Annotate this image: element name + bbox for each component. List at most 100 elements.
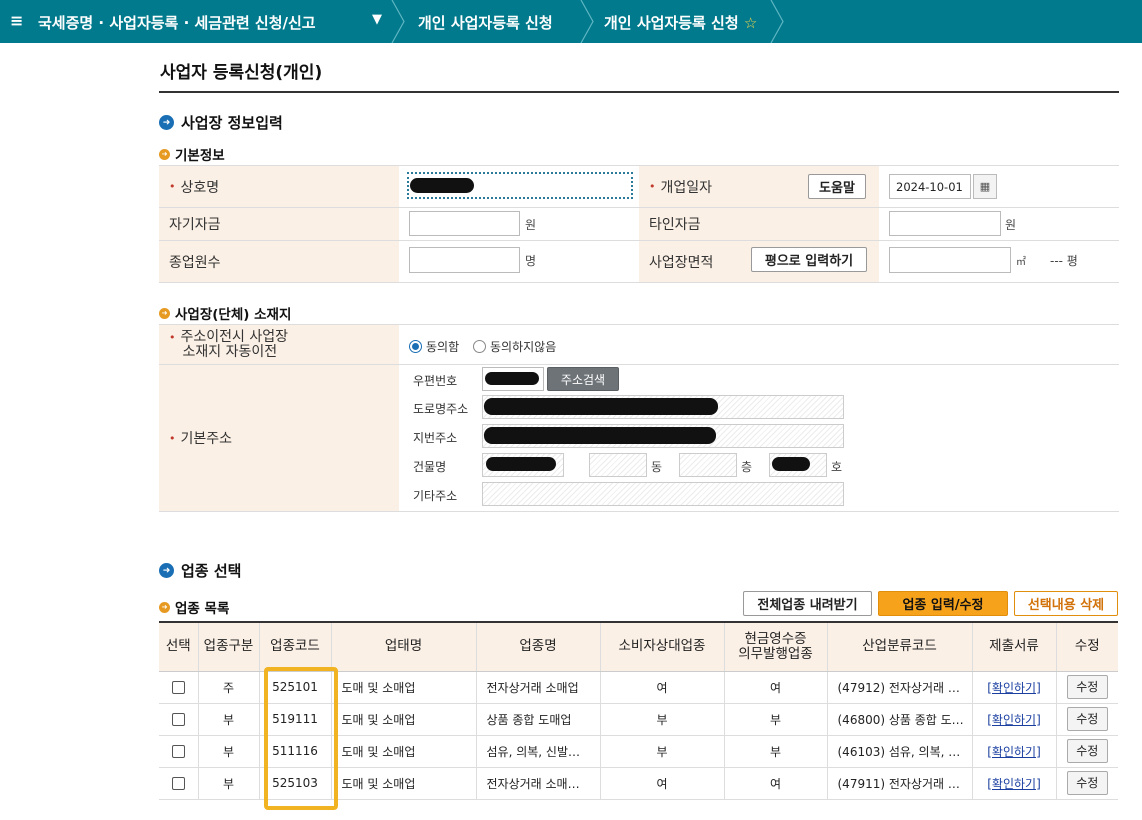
col-edit: 수정	[1056, 621, 1118, 672]
industry-name: 상품 종합 도매업	[476, 703, 601, 736]
own-capital-label: 자기자금	[159, 208, 399, 241]
other-address-label: 기타주소	[413, 489, 458, 503]
ksic-code: (46800) 상품 종합 도…	[827, 703, 973, 736]
subsection-industry-list: ➜ 업종 목록	[159, 597, 229, 617]
documents-link[interactable]: [확인하기]	[987, 745, 1041, 759]
business-type: 도매 및 소매업	[331, 735, 477, 768]
pyeong-input-button[interactable]: 평으로 입력하기	[751, 247, 867, 272]
col-business-type: 업태명	[331, 621, 477, 672]
row-checkbox[interactable]	[171, 777, 185, 790]
row-checkbox[interactable]	[171, 681, 185, 694]
section-workplace-info: ➜ 사업장 정보입력	[159, 112, 283, 133]
page-title: 사업자 등록신청(개인)	[160, 63, 323, 83]
persons-unit: 명	[525, 254, 537, 268]
documents-link[interactable]: [확인하기]	[987, 713, 1041, 727]
floor-unit: 층	[741, 460, 753, 474]
dong-field	[589, 453, 647, 477]
consumer-flag: 부	[600, 735, 725, 768]
redacted-lot-address	[484, 427, 716, 444]
cash-receipt-flag: 부	[724, 735, 828, 768]
industry-type: 주	[198, 671, 260, 704]
consumer-flag: 여	[600, 671, 725, 704]
won-unit: 원	[1005, 218, 1017, 232]
redacted-trade-name	[410, 178, 474, 193]
business-type: 도매 및 소매업	[331, 703, 477, 736]
breadcrumb-separator-icon	[770, 0, 784, 43]
edit-row-button[interactable]: 수정	[1066, 707, 1108, 731]
ksic-code: (47912) 전자상거래 …	[827, 671, 973, 704]
help-button[interactable]: 도움말	[808, 174, 866, 199]
arrow-circle-icon: ➜	[159, 601, 170, 613]
arrow-circle-icon: ➜	[159, 563, 174, 578]
auto-transfer-label: • 주소이전시 사업장 소재지 자동이전	[159, 325, 399, 365]
calendar-icon[interactable]: ▦	[973, 174, 997, 199]
industry-edit-button[interactable]: 업종 입력/수정	[878, 591, 1008, 616]
agree-radio[interactable]: 동의함	[409, 338, 459, 355]
building-name-label: 건물명	[413, 460, 447, 474]
code-column-highlight	[264, 667, 338, 810]
col-industry-name: 업종명	[476, 621, 601, 672]
download-all-industries-button[interactable]: 전체업종 내려받기	[743, 591, 872, 616]
other-capital-input[interactable]	[889, 211, 1001, 236]
consumer-flag: 부	[600, 703, 725, 736]
edit-row-button[interactable]: 수정	[1066, 771, 1108, 795]
own-capital-input[interactable]	[409, 211, 520, 236]
cash-receipt-flag: 여	[724, 671, 828, 704]
row-checkbox[interactable]	[171, 745, 185, 758]
industry-name: 전자상거래 소매업	[476, 671, 601, 704]
dong-unit: 동	[651, 460, 663, 474]
area-input[interactable]	[889, 247, 1011, 273]
business-type: 도매 및 소매업	[331, 671, 477, 704]
cash-receipt-flag: 부	[724, 703, 828, 736]
col-documents: 제출서류	[972, 621, 1057, 672]
industry-type: 부	[198, 735, 260, 768]
section-industry-select: ➜ 업종 선택	[159, 560, 241, 581]
redacted-ho	[772, 457, 810, 471]
ho-unit: 호	[831, 460, 843, 474]
col-select: 선택	[159, 621, 199, 672]
other-capital-label: 타인자금	[639, 208, 879, 241]
table-header-row: 선택 업종구분 업종코드 업태명 업종명 소비자상대업종 현금영수증 의무발행업…	[159, 621, 1118, 672]
ksic-code: (46103) 섬유, 의복, …	[827, 735, 973, 768]
breadcrumb-separator-icon	[391, 0, 405, 43]
arrow-circle-icon: ➜	[159, 148, 170, 160]
favorite-star-icon[interactable]: ☆	[744, 14, 757, 32]
breadcrumb-tax-services[interactable]: 국세증명 · 사업자등록 · 세금관련 신청/신고	[38, 12, 316, 33]
m2-unit: ㎡	[1016, 257, 1026, 268]
floor-field	[679, 453, 737, 477]
hamburger-menu-icon[interactable]: ≡	[10, 11, 23, 30]
industry-name: 전자상거래 소매…	[476, 767, 601, 800]
redacted-road-address	[484, 398, 718, 415]
employees-input[interactable]	[409, 247, 520, 273]
cash-receipt-flag: 여	[724, 767, 828, 800]
redacted-zip	[485, 372, 539, 385]
arrow-circle-icon: ➜	[159, 115, 174, 130]
edit-row-button[interactable]: 수정	[1066, 675, 1108, 699]
industry-type: 부	[198, 703, 260, 736]
documents-link[interactable]: [확인하기]	[987, 777, 1041, 791]
disagree-radio[interactable]: 동의하지않음	[473, 338, 556, 355]
base-address-label: • 기본주소	[159, 365, 399, 512]
industry-name: 섬유, 의복, 신발…	[476, 735, 601, 768]
col-consumer: 소비자상대업종	[600, 621, 725, 672]
delete-selected-button[interactable]: 선택내용 삭제	[1014, 591, 1118, 616]
title-divider	[159, 91, 1119, 93]
documents-link[interactable]: [확인하기]	[987, 681, 1041, 695]
radio-checked-icon	[409, 340, 422, 353]
consumer-flag: 여	[600, 767, 725, 800]
industry-type: 부	[198, 767, 260, 800]
subsection-basic-info: ➜ 기본정보	[159, 144, 225, 164]
address-search-button[interactable]: 주소검색	[547, 367, 619, 391]
won-unit: 원	[525, 218, 537, 232]
chevron-down-icon[interactable]: ▼	[372, 12, 382, 27]
row-checkbox[interactable]	[171, 713, 185, 726]
radio-unchecked-icon	[473, 340, 486, 353]
arrow-circle-icon: ➜	[159, 307, 170, 319]
breadcrumb-separator-icon	[580, 0, 594, 43]
employees-label: 종업원수	[159, 241, 399, 283]
open-date-input[interactable]: 2024-10-01	[889, 174, 971, 199]
lot-address-label: 지번주소	[413, 431, 458, 445]
edit-row-button[interactable]: 수정	[1066, 739, 1108, 763]
breadcrumb-business-registration[interactable]: 개인 사업자등록 신청	[418, 12, 553, 33]
col-cash-receipt: 현금영수증 의무발행업종	[724, 621, 828, 672]
